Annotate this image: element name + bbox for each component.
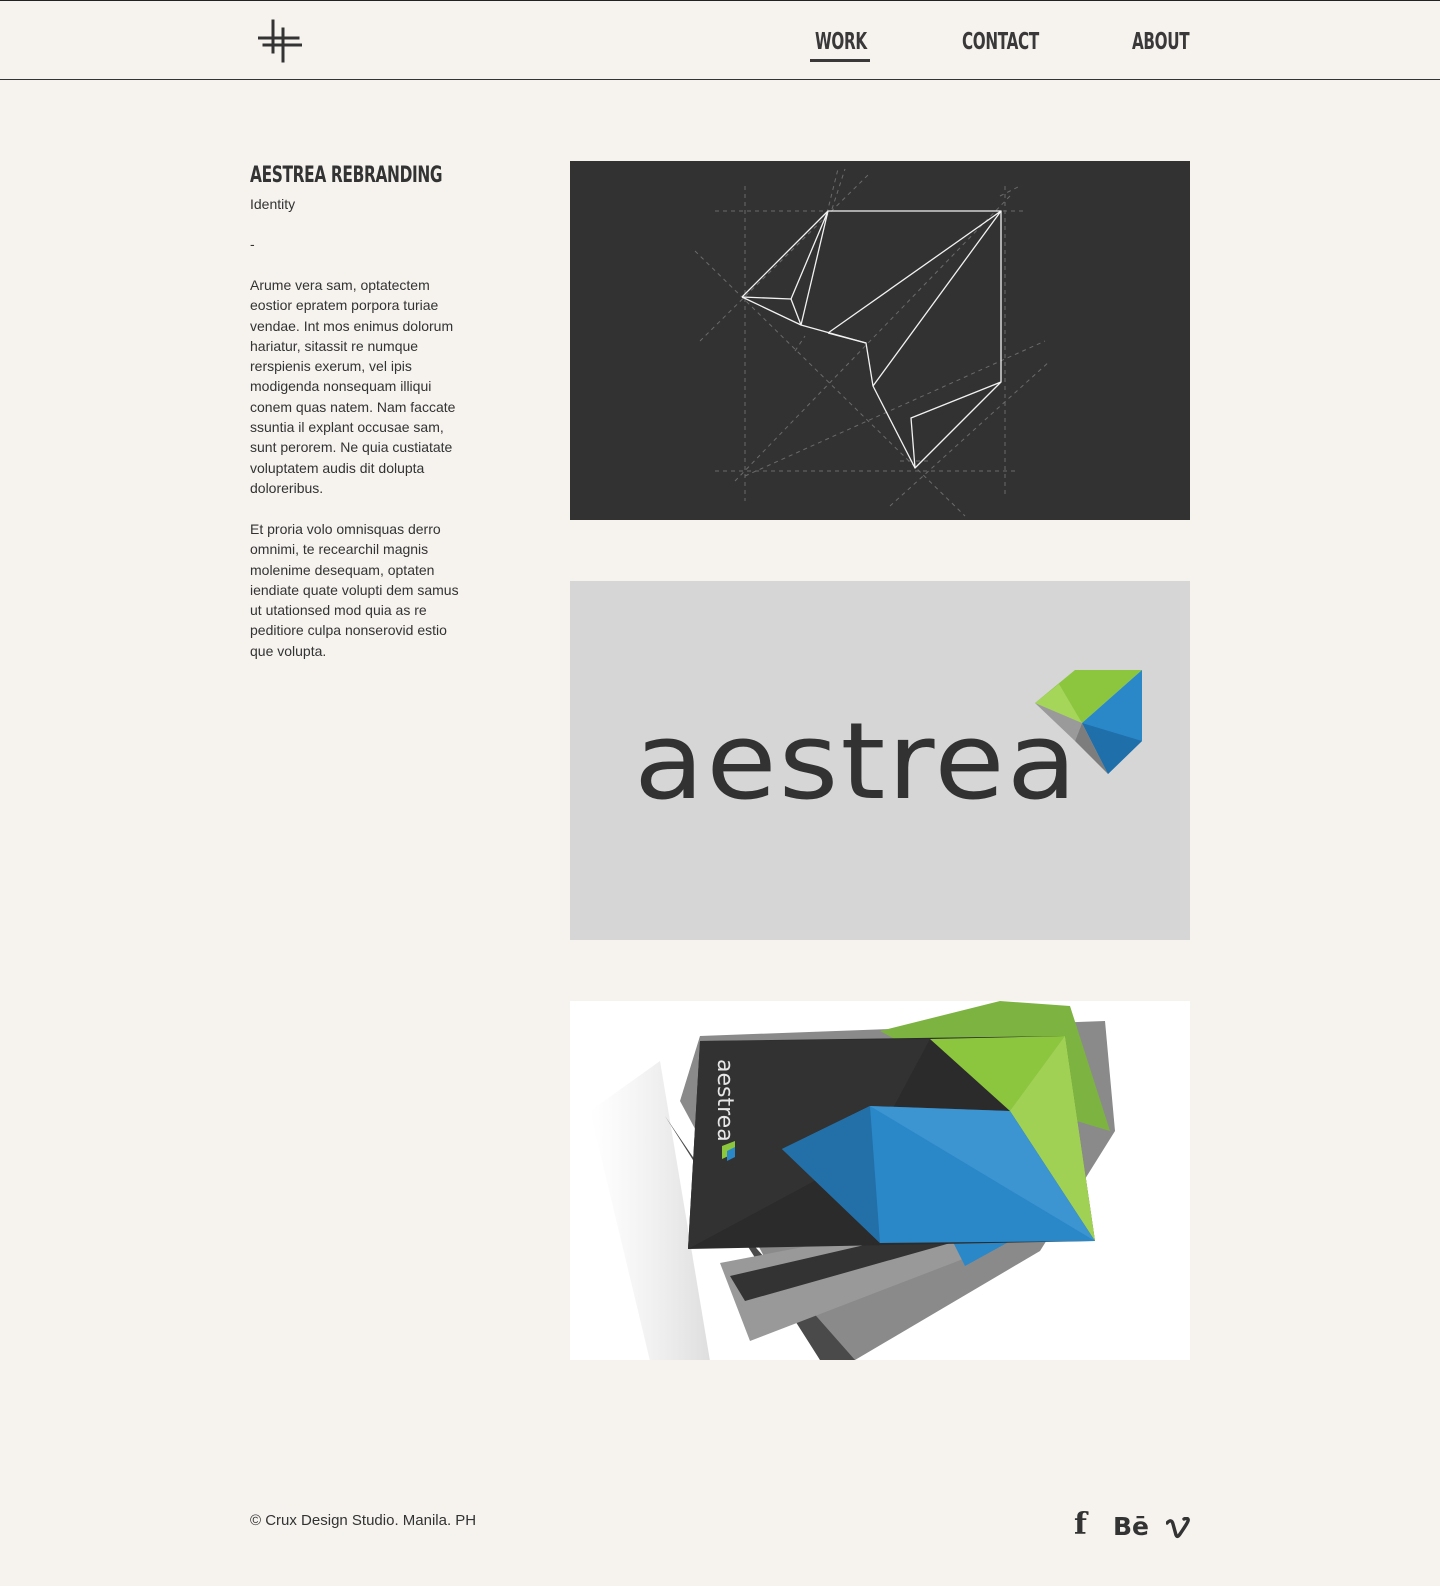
nav-active-underline	[810, 59, 870, 62]
behance-icon[interactable]: Bē	[1113, 1512, 1149, 1542]
logo-final-image: aestrea	[570, 581, 1190, 940]
site-header: WORK CONTACT ABOUT	[0, 1, 1440, 80]
nav-about[interactable]: ABOUT	[1132, 29, 1190, 55]
aestrea-wordmark: aestrea	[634, 700, 1079, 823]
project-description-1: Arume vera sam, optatectem eostior eprat…	[250, 277, 456, 496]
project-category: Identity	[250, 196, 296, 212]
crux-logo-icon[interactable]	[258, 19, 302, 63]
nav-work[interactable]: WORK	[815, 29, 867, 55]
project-title: AESTREA REBRANDING	[250, 163, 443, 188]
project-description-2: Et proria volo omnisquas derro omnimi, t…	[250, 521, 459, 659]
card-wordmark: aestrea	[712, 1059, 737, 1142]
nav-contact[interactable]: CONTACT	[962, 29, 1039, 55]
divider-dash: -	[250, 236, 255, 252]
business-cards-image: aestrea	[570, 1001, 1190, 1360]
vimeo-icon[interactable]	[1166, 1517, 1190, 1539]
facebook-icon[interactable]: f	[1074, 1510, 1087, 1540]
logo-sketch-image	[570, 161, 1190, 520]
footer-copyright: © Crux Design Studio. Manila. PH	[250, 1512, 477, 1529]
